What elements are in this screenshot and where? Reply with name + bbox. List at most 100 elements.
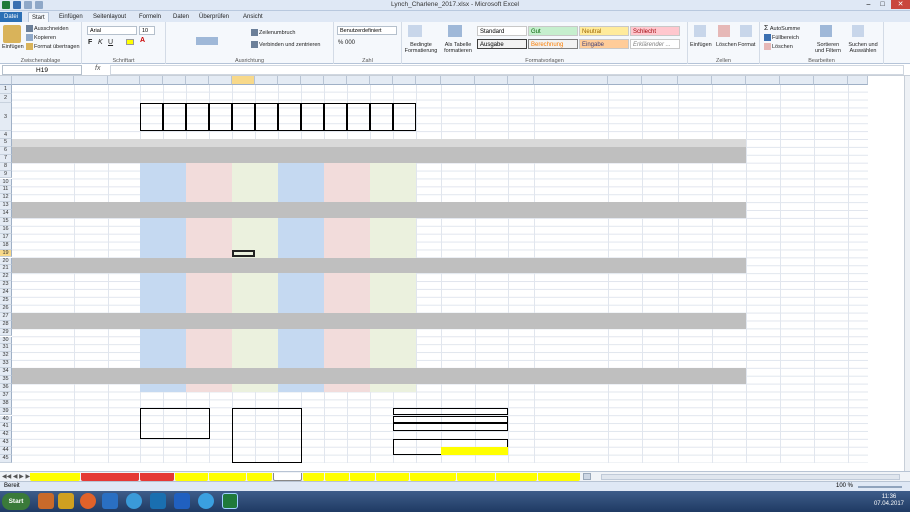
col-header-V[interactable] xyxy=(642,76,678,85)
row-header-44[interactable]: 44 xyxy=(0,447,12,455)
tab-formeln[interactable]: Formeln xyxy=(136,12,164,22)
row-header-17[interactable]: 17 xyxy=(0,233,12,242)
sheet-tab-3[interactable] xyxy=(174,473,208,481)
row-header-37[interactable]: 37 xyxy=(0,391,12,400)
number-format-select[interactable]: Benutzerdefiniert xyxy=(337,26,397,35)
row-header-26[interactable]: 26 xyxy=(0,304,12,313)
col-header-K[interactable] xyxy=(301,76,324,85)
row-header-14[interactable]: 14 xyxy=(0,210,12,218)
selected-cell[interactable] xyxy=(232,249,255,258)
fill-button[interactable]: Füllbereich xyxy=(764,34,799,41)
app-icon[interactable] xyxy=(174,493,190,509)
col-header-W[interactable] xyxy=(678,76,712,85)
ie-icon[interactable] xyxy=(126,493,142,509)
col-header-L[interactable] xyxy=(324,76,347,85)
system-clock[interactable]: 11:36 07.04.2017 xyxy=(874,494,904,508)
row-header-10[interactable]: 10 xyxy=(0,178,12,187)
font-size-select[interactable]: 10 xyxy=(139,26,155,35)
style-ausgabe[interactable]: Ausgabe xyxy=(477,39,527,49)
row-header-45[interactable]: 45 xyxy=(0,455,12,463)
sheet-tab-6[interactable] xyxy=(273,473,302,481)
row-header-41[interactable]: 41 xyxy=(0,423,12,432)
tab-daten[interactable]: Daten xyxy=(170,12,192,22)
sort-filter-button[interactable]: Sortieren und Filtern xyxy=(812,42,844,54)
format-cells-icon[interactable] xyxy=(740,25,752,37)
insert-cells-icon[interactable] xyxy=(694,25,706,37)
row-header-1[interactable]: 1 xyxy=(0,85,12,94)
col-header-J[interactable] xyxy=(278,76,301,85)
row-header-13[interactable]: 13 xyxy=(0,202,12,211)
font-color-icon[interactable]: A xyxy=(140,37,145,44)
fx-icon[interactable]: fx xyxy=(95,65,100,72)
row-header-23[interactable]: 23 xyxy=(0,281,12,290)
row-header-2[interactable]: 2 xyxy=(0,94,12,103)
minimize-button[interactable]: – xyxy=(862,0,875,9)
close-button[interactable]: ✕ xyxy=(891,0,910,9)
format-as-table-button[interactable]: Als Tabelle formatieren xyxy=(440,42,476,54)
sheet-tab-12[interactable] xyxy=(457,473,495,481)
col-header-S[interactable] xyxy=(508,76,534,85)
row-header-15[interactable]: 15 xyxy=(0,218,12,226)
row-header-9[interactable]: 9 xyxy=(0,170,12,179)
col-header-G[interactable] xyxy=(209,76,232,85)
wrap-text-button[interactable]: Zeilenumbruch xyxy=(251,29,295,36)
col-header-B[interactable] xyxy=(74,76,108,85)
row-header-4[interactable]: 4 xyxy=(0,131,12,139)
row-header-20[interactable]: 20 xyxy=(0,257,12,266)
cut-button[interactable]: Ausschneiden xyxy=(26,25,69,32)
mitarbeiter-box[interactable] xyxy=(140,407,210,440)
horizontal-scrollbar[interactable] xyxy=(600,474,900,480)
sheet-tab-0[interactable] xyxy=(30,473,80,481)
excel-taskbar-icon[interactable] xyxy=(222,493,238,509)
row-header-40[interactable]: 40 xyxy=(0,415,12,424)
sheet-tab-9[interactable] xyxy=(350,473,376,481)
col-header-X[interactable] xyxy=(712,76,746,85)
row-header-28[interactable]: 28 xyxy=(0,320,12,329)
row-header-11[interactable]: 11 xyxy=(0,186,12,195)
italic-button[interactable]: K xyxy=(98,39,103,46)
style-eingabe[interactable]: Eingabe xyxy=(579,39,629,49)
tab-seitenlayout[interactable]: Seitenlayout xyxy=(90,12,129,22)
row-header-38[interactable]: 38 xyxy=(0,399,12,408)
row-header-29[interactable]: 29 xyxy=(0,328,12,337)
row-header-8[interactable]: 8 xyxy=(0,162,12,171)
row-header-22[interactable]: 22 xyxy=(0,273,12,282)
outlook-icon[interactable] xyxy=(102,493,118,509)
row-header-31[interactable]: 31 xyxy=(0,344,12,353)
row-header-16[interactable]: 16 xyxy=(0,225,12,234)
sheet-tab-7[interactable] xyxy=(303,473,324,481)
sheet-tab-13[interactable] xyxy=(495,473,538,481)
format-table-icon[interactable] xyxy=(448,25,462,37)
col-header-Q[interactable] xyxy=(441,76,475,85)
autosum-button[interactable]: Σ AutoSumme xyxy=(764,25,800,32)
firefox-icon[interactable] xyxy=(80,493,96,509)
sheet-tab-11[interactable] xyxy=(410,473,457,481)
row-header-36[interactable]: 36 xyxy=(0,383,12,392)
paste-icon[interactable] xyxy=(3,25,21,43)
spreadsheet-grid[interactable]: 1 2 3 4 5 6 7 8 9 10 11 12 13 14 15 16 17 18 19 20 21 22 23 24 2… xyxy=(0,76,904,471)
row-header-32[interactable]: 32 xyxy=(0,352,12,361)
col-header-Z[interactable] xyxy=(780,76,814,85)
row-header-34[interactable]: 34 xyxy=(0,368,12,376)
start-button[interactable]: Start xyxy=(2,493,30,510)
sheet-tab-10[interactable] xyxy=(376,473,410,481)
underline-button[interactable]: U xyxy=(108,39,113,46)
sheet-tab-14[interactable] xyxy=(538,473,580,481)
sheet-tab-8[interactable] xyxy=(324,473,350,481)
row-header-3[interactable]: 3 xyxy=(0,103,12,131)
col-header-N[interactable] xyxy=(370,76,393,85)
chrome-icon[interactable] xyxy=(198,493,214,509)
col-header-M[interactable] xyxy=(347,76,370,85)
clear-button[interactable]: Löschen xyxy=(764,43,793,50)
tab-einfügen[interactable]: Einfügen xyxy=(56,12,86,22)
tab-datei[interactable]: Datei xyxy=(0,12,22,22)
corner-cell[interactable] xyxy=(0,76,12,85)
col-header-AA[interactable] xyxy=(814,76,848,85)
style-neutral[interactable]: Neutral xyxy=(579,26,629,36)
row-header-35[interactable]: 35 xyxy=(0,376,12,384)
tab-start[interactable]: Start xyxy=(28,12,49,22)
col-header-T[interactable] xyxy=(534,76,608,85)
col-header-P[interactable] xyxy=(416,76,441,85)
currency-button[interactable]: % 000 xyxy=(338,40,355,46)
sheet-tab-5[interactable] xyxy=(247,473,272,481)
